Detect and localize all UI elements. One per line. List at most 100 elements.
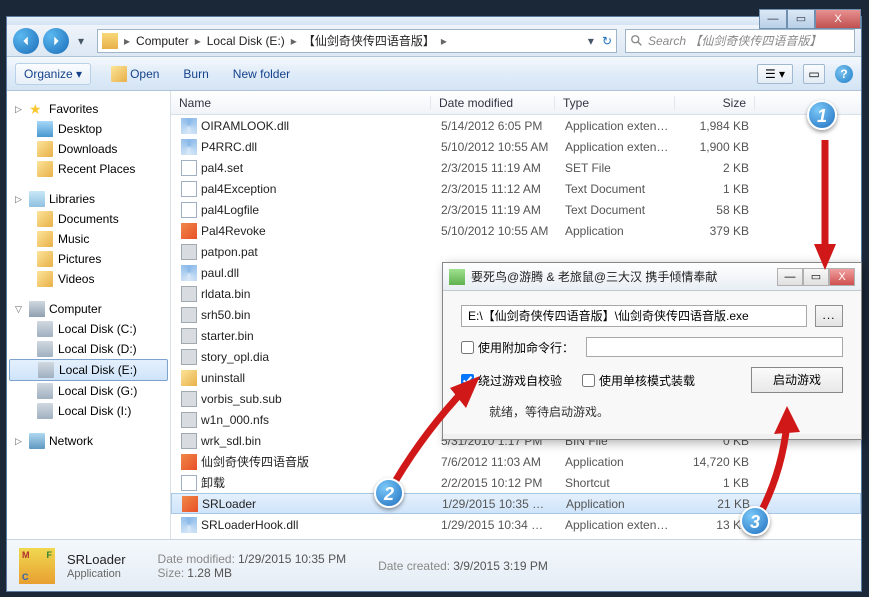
dialog-minimize-button[interactable]: — (777, 268, 803, 286)
maximize-button[interactable]: ▭ (787, 9, 815, 29)
file-icon (181, 307, 197, 323)
chevron-right-icon: ▸ (439, 34, 449, 48)
file-name: rldata.bin (201, 287, 250, 301)
file-name: pal4Exception (201, 182, 276, 196)
libraries-header[interactable]: ▷Libraries (7, 189, 170, 209)
column-header-type[interactable]: Type (555, 96, 675, 110)
table-row[interactable]: 仙剑奇侠传四语音版7/6/2012 11:03 AMApplication14,… (171, 451, 861, 472)
search-input[interactable]: Search 【仙剑奇侠传四语音版】 (625, 29, 855, 53)
file-size: 2 KB (677, 161, 757, 175)
extra-args-input[interactable] (586, 337, 843, 357)
sidebar-item-documents[interactable]: Documents (7, 209, 170, 229)
details-size: 1.28 MB (187, 566, 232, 580)
videos-icon (37, 271, 53, 287)
open-button[interactable]: Open (107, 63, 163, 85)
chevron-down-icon[interactable]: ▾ (588, 34, 594, 48)
launch-button[interactable]: 启动游戏 (751, 367, 843, 393)
minimize-button[interactable]: — (759, 9, 787, 29)
file-date: 5/10/2012 10:55 AM (433, 140, 557, 154)
toolbar: Organize ▾ Open Burn New folder ☰ ▾ ▭ ? (7, 57, 861, 91)
breadcrumb[interactable]: ▸ Computer ▸ Local Disk (E:) ▸ 【仙剑奇侠传四语音… (97, 29, 617, 53)
navigation-pane: ▷★Favorites Desktop Downloads Recent Pla… (7, 91, 171, 539)
file-date: 2/2/2015 10:12 PM (433, 476, 557, 490)
drive-icon (37, 383, 53, 399)
sidebar-item-music[interactable]: Music (7, 229, 170, 249)
chevron-right-icon: ▸ (289, 34, 299, 48)
details-file-type: Application (67, 568, 126, 580)
back-button[interactable] (13, 28, 39, 54)
column-header-name[interactable]: Name (171, 96, 431, 110)
file-icon (181, 181, 197, 197)
table-row[interactable]: pal4.set2/3/2015 11:19 AMSET File2 KB (171, 157, 861, 178)
breadcrumb-segment[interactable]: Computer (132, 34, 193, 48)
details-file-name: SRLoader (67, 552, 126, 567)
file-icon (181, 328, 197, 344)
sidebar-item-drive-g[interactable]: Local Disk (G:) (7, 381, 170, 401)
favorites-header[interactable]: ▷★Favorites (7, 99, 170, 119)
file-name: srh50.bin (201, 308, 250, 322)
dialog-maximize-button[interactable]: ▭ (803, 268, 829, 286)
burn-button[interactable]: Burn (179, 64, 212, 84)
preview-pane-button[interactable]: ▭ (803, 64, 825, 84)
organize-button[interactable]: Organize ▾ (15, 63, 91, 85)
sidebar-item-drive-c[interactable]: Local Disk (C:) (7, 319, 170, 339)
file-name: story_opl.dia (201, 350, 269, 364)
file-name: OIRAMLOOK.dll (201, 119, 289, 133)
refresh-icon[interactable]: ↻ (602, 34, 612, 48)
new-folder-button[interactable]: New folder (229, 64, 294, 84)
file-type: Application extens... (557, 140, 677, 154)
computer-header[interactable]: ▽Computer (7, 299, 170, 319)
history-dropdown-icon[interactable]: ▾ (73, 34, 89, 48)
network-header[interactable]: ▷Network (7, 431, 170, 451)
table-row[interactable]: P4RRC.dll5/10/2012 10:55 AMApplication e… (171, 136, 861, 157)
browse-button[interactable]: ... (815, 305, 843, 327)
file-size: 1 KB (677, 476, 757, 490)
dialog-close-button[interactable]: X (829, 268, 855, 286)
table-row[interactable]: 卸载2/2/2015 10:12 PMShortcut1 KB (171, 472, 861, 493)
file-type: Application (558, 497, 678, 511)
extra-args-checkbox[interactable]: 使用附加命令行： (461, 339, 574, 356)
file-type: Application extens... (557, 119, 677, 133)
annotation-badge-1: 1 (807, 100, 837, 130)
help-button[interactable]: ? (835, 65, 853, 83)
table-row[interactable]: pal4Exception2/3/2015 11:12 AMText Docum… (171, 178, 861, 199)
table-row[interactable]: pal4Logfile2/3/2015 11:19 AMText Documen… (171, 199, 861, 220)
file-size: 58 KB (677, 203, 757, 217)
forward-button[interactable] (43, 28, 69, 54)
sidebar-item-downloads[interactable]: Downloads (7, 139, 170, 159)
dialog-titlebar[interactable]: 要死鸟@游腾 & 老旅鼠@三大汉 携手倾情奉献 — ▭ X (443, 263, 861, 291)
single-core-checkbox[interactable]: 使用单核模式装载 (582, 372, 695, 389)
desktop-icon (37, 121, 53, 137)
column-headers: Name Date modified Type Size (171, 91, 861, 115)
close-button[interactable]: X (815, 9, 861, 29)
table-row[interactable]: patpon.pat (171, 241, 861, 262)
column-header-date[interactable]: Date modified (431, 96, 555, 110)
file-name: 仙剑奇侠传四语音版 (201, 453, 309, 470)
sidebar-item-pictures[interactable]: Pictures (7, 249, 170, 269)
file-icon (181, 370, 197, 386)
breadcrumb-segment[interactable]: Local Disk (E:) (203, 34, 289, 48)
chevron-right-icon: ▸ (193, 34, 203, 48)
breadcrumb-segment[interactable]: 【仙剑奇侠传四语音版】 (299, 32, 439, 49)
table-row[interactable]: OIRAMLOOK.dll5/14/2012 6:05 PMApplicatio… (171, 115, 861, 136)
table-row[interactable]: Pal4Revoke5/10/2012 10:55 AMApplication3… (171, 220, 861, 241)
sidebar-item-drive-e[interactable]: Local Disk (E:) (9, 359, 168, 381)
file-size: 1 KB (677, 182, 757, 196)
music-icon (37, 231, 53, 247)
app-icon (449, 269, 465, 285)
file-name: w1n_000.nfs (201, 413, 269, 427)
sidebar-item-drive-d[interactable]: Local Disk (D:) (7, 339, 170, 359)
sidebar-item-recent[interactable]: Recent Places (7, 159, 170, 179)
skip-selfcheck-checkbox[interactable]: 绕过游戏自校验 (461, 372, 562, 389)
exe-path-input[interactable]: E:\【仙剑奇侠传四语音版】\仙剑奇侠传四语音版.exe (461, 305, 807, 327)
sidebar-item-videos[interactable]: Videos (7, 269, 170, 289)
libraries-icon (29, 191, 45, 207)
sidebar-item-desktop[interactable]: Desktop (7, 119, 170, 139)
view-options-button[interactable]: ☰ ▾ (757, 64, 793, 84)
sidebar-item-drive-i[interactable]: Local Disk (I:) (7, 401, 170, 421)
column-header-size[interactable]: Size (675, 96, 755, 110)
pictures-icon (37, 251, 53, 267)
file-icon (182, 496, 198, 512)
file-date: 1/29/2015 10:34 PM (433, 518, 557, 532)
file-size: 14,720 KB (677, 455, 757, 469)
